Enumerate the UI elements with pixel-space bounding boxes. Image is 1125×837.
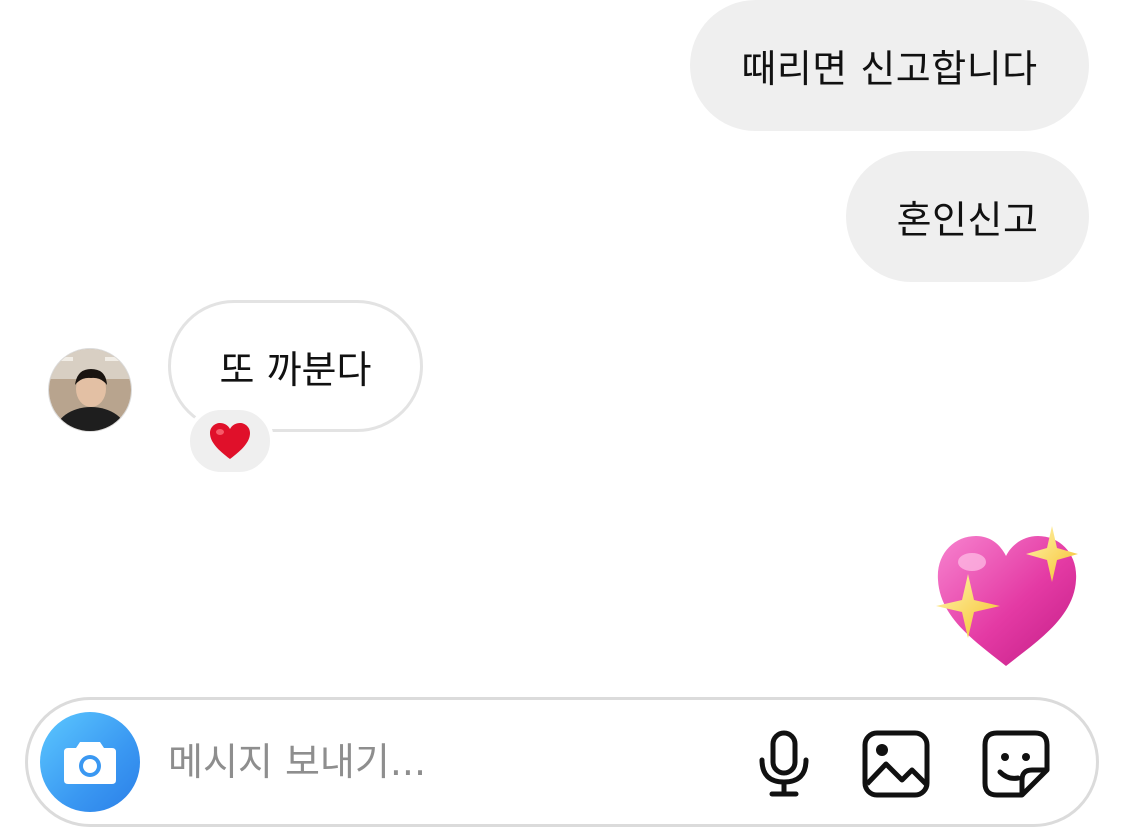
microphone-button[interactable] <box>748 728 820 800</box>
avatar[interactable] <box>48 348 132 432</box>
outgoing-message-bubble[interactable]: 때리면 신고합니다 <box>690 0 1089 131</box>
sticker-button[interactable] <box>980 728 1052 800</box>
outgoing-message-bubble[interactable]: 혼인신고 <box>846 151 1089 282</box>
message-text: 또 까분다 <box>219 347 372 392</box>
sparkling-heart-emoji-icon[interactable] <box>928 518 1084 674</box>
camera-icon <box>64 742 116 784</box>
message-composer <box>25 697 1099 827</box>
message-input[interactable] <box>168 730 728 794</box>
sticker-icon <box>982 730 1050 798</box>
camera-button[interactable] <box>40 712 140 812</box>
heart-emoji-icon <box>210 423 250 459</box>
microphone-icon <box>759 730 809 797</box>
gallery-icon <box>862 730 930 798</box>
message-text: 혼인신고 <box>896 198 1039 242</box>
gallery-button[interactable] <box>860 728 932 800</box>
avatar-photo <box>49 349 131 431</box>
reaction-badge[interactable] <box>186 406 274 476</box>
message-text: 때리면 신고합니다 <box>741 47 1038 91</box>
